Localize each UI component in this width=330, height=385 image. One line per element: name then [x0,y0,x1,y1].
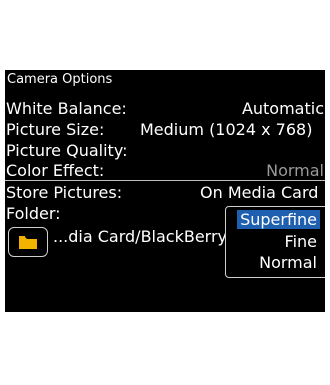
setting-value: Automatic [241,99,324,118]
camera-options-screen: Camera Options White Balance: Automatic … [5,70,325,312]
setting-value: Medium (1024 x 768) [140,120,313,139]
picture-quality-dropdown[interactable]: Superfine Fine Normal [225,206,325,278]
setting-label: White Balance: [6,99,127,118]
screen-title: Camera Options [7,72,113,87]
setting-label: Store Pictures: [6,183,123,202]
setting-label: Picture Quality: [6,141,128,160]
setting-label: Color Effect: [6,161,105,180]
folder-icon [19,236,37,249]
setting-label: Folder: [6,204,61,223]
setting-label: Picture Size: [6,120,105,139]
quality-option-superfine[interactable]: Superfine [237,210,320,229]
divider [5,180,325,181]
setting-picture-quality[interactable]: Picture Quality: [5,141,325,161]
setting-white-balance[interactable]: White Balance: Automatic [5,99,325,119]
setting-store-pictures[interactable]: Store Pictures: On Media Card [5,183,325,203]
folder-browse-button[interactable] [8,227,48,257]
setting-value: Normal [266,161,324,180]
setting-value: On Media Card [200,183,319,202]
setting-picture-size[interactable]: Picture Size: Medium (1024 x 768) [5,120,325,140]
setting-color-effect[interactable]: Color Effect: Normal [5,161,325,181]
quality-option-normal[interactable]: Normal [256,253,320,272]
quality-option-fine[interactable]: Fine [282,232,320,251]
